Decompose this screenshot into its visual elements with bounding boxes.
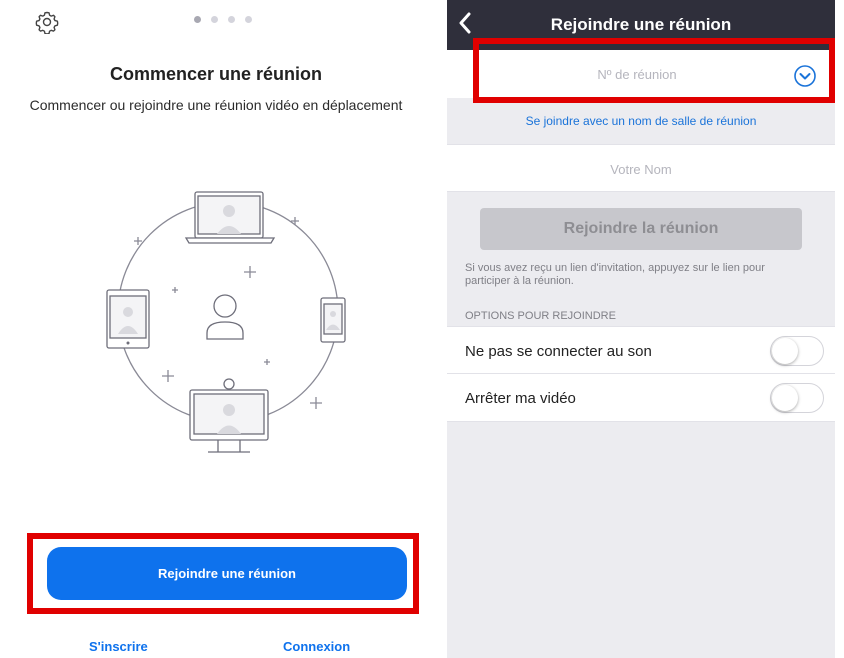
carousel-dot[interactable] (211, 16, 218, 23)
room-name-link[interactable]: Se joindre avec un nom de salle de réuni… (447, 114, 835, 128)
join-meeting-submit-button[interactable]: Rejoindre la réunion (480, 208, 802, 250)
devices-illustration (106, 191, 346, 453)
option-row-stop-video: Arrêter ma vidéo (447, 374, 835, 422)
carousel-dots[interactable] (194, 16, 252, 23)
option-label: Arrêter ma vidéo (465, 390, 576, 407)
signup-link[interactable]: S'inscrire (89, 639, 148, 654)
highlight-box (27, 533, 419, 614)
option-label: Ne pas se connecter au son (465, 343, 652, 360)
carousel-dot[interactable] (194, 16, 201, 23)
gear-icon[interactable] (35, 10, 59, 34)
carousel-dot[interactable] (245, 16, 252, 23)
page-subtitle: Commencer ou rejoindre une réunion vidéo… (29, 97, 403, 113)
no-audio-toggle[interactable] (770, 336, 824, 366)
page-title: Commencer une réunion (109, 64, 323, 84)
start-meeting-screen: Commencer une réunion Commencer ou rejoi… (0, 0, 432, 658)
stop-video-toggle[interactable] (770, 383, 824, 413)
login-link[interactable]: Connexion (283, 639, 350, 654)
options-section-label: OPTIONS POUR REJOINDRE (465, 310, 616, 322)
carousel-dot[interactable] (228, 16, 235, 23)
highlight-box (473, 38, 835, 103)
header-title: Rejoindre une réunion (550, 15, 732, 34)
invite-hint: Si vous avez reçu un lien d'invitation, … (465, 262, 765, 287)
toggle-knob (772, 385, 798, 411)
your-name-input[interactable] (487, 155, 795, 183)
your-name-field[interactable] (447, 144, 835, 192)
toggle-knob (772, 338, 798, 364)
option-row-no-audio: Ne pas se connecter au son (447, 326, 835, 374)
